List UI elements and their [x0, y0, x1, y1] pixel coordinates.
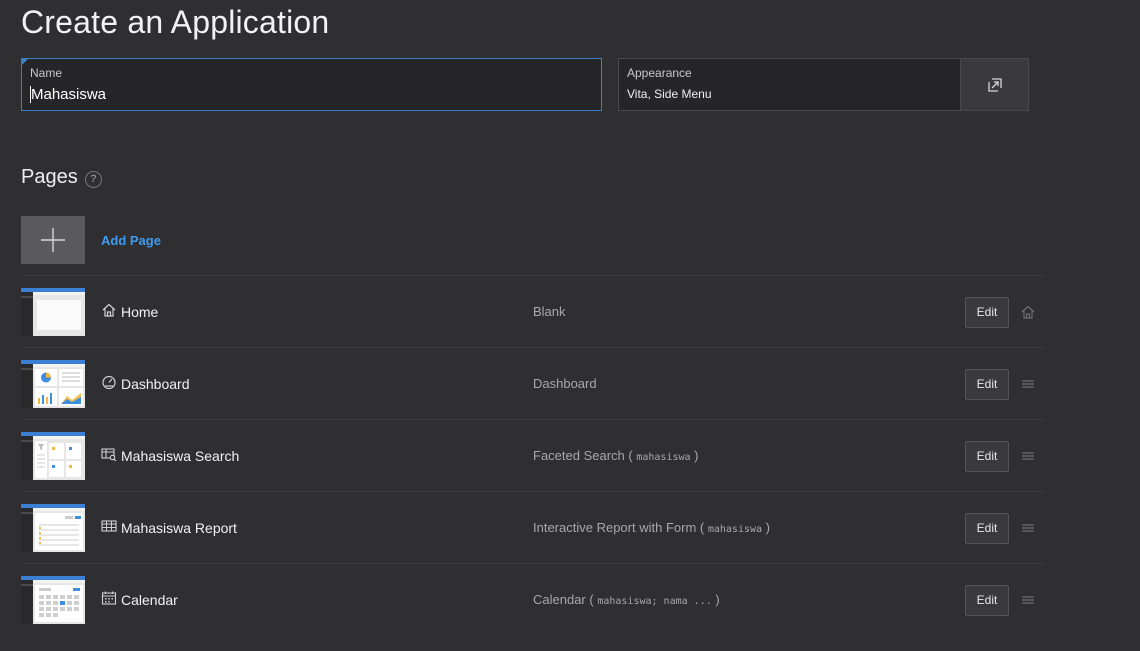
edit-button[interactable]: Edit — [965, 369, 1009, 400]
page-name: Mahasiswa Search — [121, 448, 240, 464]
page-type: Interactive Report with Form ( mahasiswa… — [533, 520, 770, 535]
page-name: Home — [121, 304, 159, 320]
page-type: Faceted Search ( mahasiswa ) — [533, 448, 699, 463]
page-thumbnail — [21, 504, 85, 552]
page-row-mahasiswa-search: Mahasiswa Search Faceted Search ( mahasi… — [21, 420, 1045, 492]
drag-handle-icon[interactable] — [1020, 592, 1036, 608]
appearance-label: Appearance — [627, 66, 692, 80]
edit-button[interactable]: Edit — [965, 297, 1009, 328]
page-row-dashboard: Dashboard Dashboard Edit — [21, 348, 1045, 420]
page-row-calendar: Calendar Calendar ( mahasiswa; nama ... … — [21, 564, 1045, 636]
home-icon — [102, 303, 116, 317]
pages-section-title: Pages — [21, 166, 78, 188]
page-type: Blank — [533, 304, 566, 319]
name-field[interactable]: Name Mahasiswa — [21, 58, 602, 111]
appearance-field[interactable]: Appearance Vita, Side Menu — [618, 58, 961, 111]
set-appearance-button[interactable] — [960, 58, 1029, 111]
open-dialog-icon — [987, 77, 1002, 92]
faceted-search-icon — [101, 448, 117, 462]
page-thumbnail — [21, 432, 85, 480]
dashboard-icon — [102, 375, 116, 390]
edit-button[interactable]: Edit — [965, 441, 1009, 472]
page-title: Create an Application — [21, 4, 330, 40]
plus-icon — [41, 228, 65, 252]
required-marker — [22, 59, 28, 65]
page-name: Calendar — [121, 592, 178, 608]
edit-button[interactable]: Edit — [965, 513, 1009, 544]
name-input[interactable]: Mahasiswa — [30, 86, 106, 103]
edit-button[interactable]: Edit — [965, 585, 1009, 616]
page-row-mahasiswa-report: Mahasiswa Report Interactive Report with… — [21, 492, 1045, 564]
add-page-link[interactable]: Add Page — [101, 233, 161, 248]
report-icon — [101, 520, 117, 532]
page-thumbnail — [21, 576, 85, 624]
page-thumbnail — [21, 360, 85, 408]
add-page-tile[interactable] — [21, 216, 85, 264]
page-name: Dashboard — [121, 376, 190, 392]
page-name: Mahasiswa Report — [121, 520, 237, 536]
help-icon[interactable]: ? — [85, 171, 102, 188]
drag-handle-icon[interactable] — [1020, 520, 1036, 536]
drag-handle-icon[interactable] — [1020, 448, 1036, 464]
appearance-value: Vita, Side Menu — [627, 87, 712, 101]
home-page-indicator-icon — [1021, 305, 1035, 319]
page-thumbnail — [21, 288, 85, 336]
drag-handle-icon[interactable] — [1020, 376, 1036, 392]
page-type: Dashboard — [533, 376, 597, 391]
page-type: Calendar ( mahasiswa; nama ... ) — [533, 592, 720, 607]
name-label: Name — [30, 66, 63, 80]
page-row-home: Home Blank Edit — [21, 276, 1045, 348]
calendar-icon — [101, 591, 117, 605]
